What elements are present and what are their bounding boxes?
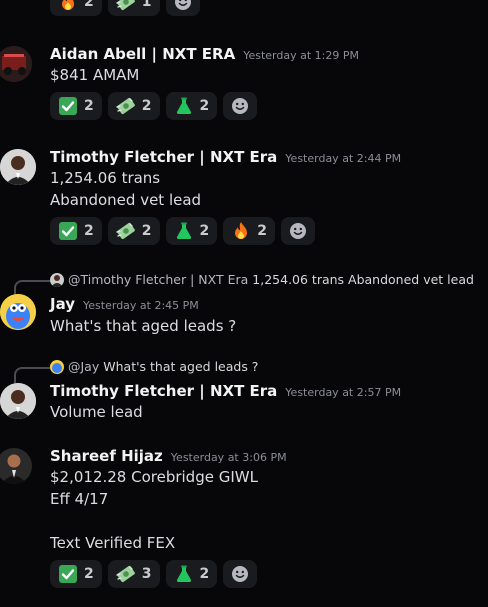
- username[interactable]: Timothy Fletcher | NXT Era: [50, 382, 277, 400]
- fire-icon: [58, 0, 78, 12]
- avatar[interactable]: [0, 294, 36, 330]
- smile-icon: [288, 221, 308, 241]
- reaction-check[interactable]: 2: [50, 560, 102, 588]
- check-icon: [58, 96, 78, 116]
- avatar[interactable]: [0, 149, 36, 185]
- reactions-row: 2 3 2: [50, 560, 258, 588]
- reaction-count: 2: [199, 98, 210, 114]
- fire-icon: [231, 221, 251, 241]
- reaction-check[interactable]: 2: [50, 92, 102, 120]
- reaction-money[interactable]: 3: [107, 560, 160, 588]
- reaction-count: 2: [199, 223, 210, 239]
- reaction-money[interactable]: 2: [107, 217, 160, 245]
- reply-preview[interactable]: @Jay What's that aged leads ?: [50, 359, 258, 374]
- username[interactable]: Timothy Fletcher | NXT Era: [50, 148, 277, 166]
- message-header: Timothy Fletcher | NXT Era Yesterday at 2…: [50, 381, 401, 400]
- reply-text: 1,254.06 trans Abandoned vet lead: [252, 272, 474, 287]
- reaction-money[interactable]: 1: [107, 0, 160, 16]
- reaction-flask[interactable]: 2: [165, 560, 218, 588]
- reply-avatar: [50, 359, 64, 374]
- reaction-count: 1: [141, 0, 152, 10]
- message-text: 1,254.06 trans: [50, 169, 161, 187]
- message-text: $2,012.28 Corebridge GIWL: [50, 468, 258, 486]
- avatar[interactable]: [0, 46, 32, 82]
- reaction-count: 2: [257, 223, 267, 239]
- timestamp: Yesterday at 2:44 PM: [285, 152, 402, 165]
- reaction-count: 2: [84, 98, 94, 114]
- smile-icon: [230, 96, 250, 116]
- message-header: Jay Yesterday at 2:45 PM: [50, 294, 199, 313]
- flask-icon: [174, 96, 194, 116]
- timestamp: Yesterday at 3:06 PM: [170, 451, 287, 464]
- reaction-money[interactable]: 2: [107, 92, 160, 120]
- reaction-count: 3: [141, 566, 152, 582]
- reactions-row: 2 2 2 2: [50, 217, 315, 245]
- message-header: Timothy Fletcher | NXT Era Yesterday at 2…: [50, 147, 401, 166]
- message-text: What's that aged leads ?: [50, 317, 237, 335]
- reaction-flask[interactable]: 2: [165, 92, 218, 120]
- money-icon: [116, 0, 136, 12]
- reaction-count: 2: [141, 98, 152, 114]
- check-icon: [58, 221, 78, 241]
- money-icon: [116, 221, 136, 241]
- message-header: Aidan Abell | NXT ERA Yesterday at 1:29 P…: [50, 44, 359, 63]
- smile-icon: [173, 0, 193, 12]
- username[interactable]: Jay: [50, 295, 75, 313]
- reaction-flask[interactable]: 2: [165, 217, 218, 245]
- reaction-count: 2: [84, 223, 94, 239]
- username[interactable]: Aidan Abell | NXT ERA: [50, 45, 235, 63]
- reaction-count: 2: [199, 566, 210, 582]
- message-text: Volume lead: [50, 403, 143, 421]
- reaction-fire[interactable]: 2: [223, 217, 275, 245]
- message-text: Eff 4/17: [50, 490, 109, 508]
- avatar[interactable]: [0, 383, 36, 419]
- timestamp: Yesterday at 2:45 PM: [83, 299, 199, 312]
- timestamp: Yesterday at 1:29 PM: [243, 49, 359, 62]
- message-text: $841 AMAM: [50, 66, 140, 84]
- timestamp: Yesterday at 2:57 PM: [285, 386, 402, 399]
- message-text: Abandoned vet lead: [50, 191, 202, 209]
- flask-icon: [174, 221, 194, 241]
- reply-text: What's that aged leads ?: [103, 359, 259, 374]
- reaction-count: 2: [84, 0, 94, 10]
- top-reactions-row: 2 1: [50, 0, 200, 16]
- reply-preview[interactable]: @Timothy Fletcher | NXT Era 1,254.06 tra…: [50, 272, 474, 287]
- reply-spine: [14, 367, 50, 383]
- smile-icon: [230, 564, 250, 584]
- add-reaction-button[interactable]: [223, 92, 258, 120]
- message-text: Text Verified FEX: [50, 534, 176, 552]
- money-icon: [116, 564, 136, 584]
- add-reaction-button[interactable]: [281, 217, 315, 245]
- reply-author: @Jay: [68, 359, 100, 374]
- flask-icon: [174, 564, 194, 584]
- reactions-row: 2 2 2: [50, 92, 258, 120]
- add-reaction-button[interactable]: [223, 560, 258, 588]
- check-icon: [58, 564, 78, 584]
- message-header: Shareef Hijaz Yesterday at 3:06 PM: [50, 446, 287, 465]
- username[interactable]: Shareef Hijaz: [50, 447, 163, 465]
- reaction-count: 2: [141, 223, 152, 239]
- add-reaction-button[interactable]: [165, 0, 200, 16]
- reaction-count: 2: [84, 566, 94, 582]
- reaction-check[interactable]: 2: [50, 217, 102, 245]
- avatar[interactable]: [0, 448, 32, 484]
- money-icon: [116, 96, 136, 116]
- reaction-fire[interactable]: 2: [50, 0, 102, 16]
- reply-avatar: [50, 272, 64, 287]
- reply-author: @Timothy Fletcher | NXT Era: [68, 272, 249, 287]
